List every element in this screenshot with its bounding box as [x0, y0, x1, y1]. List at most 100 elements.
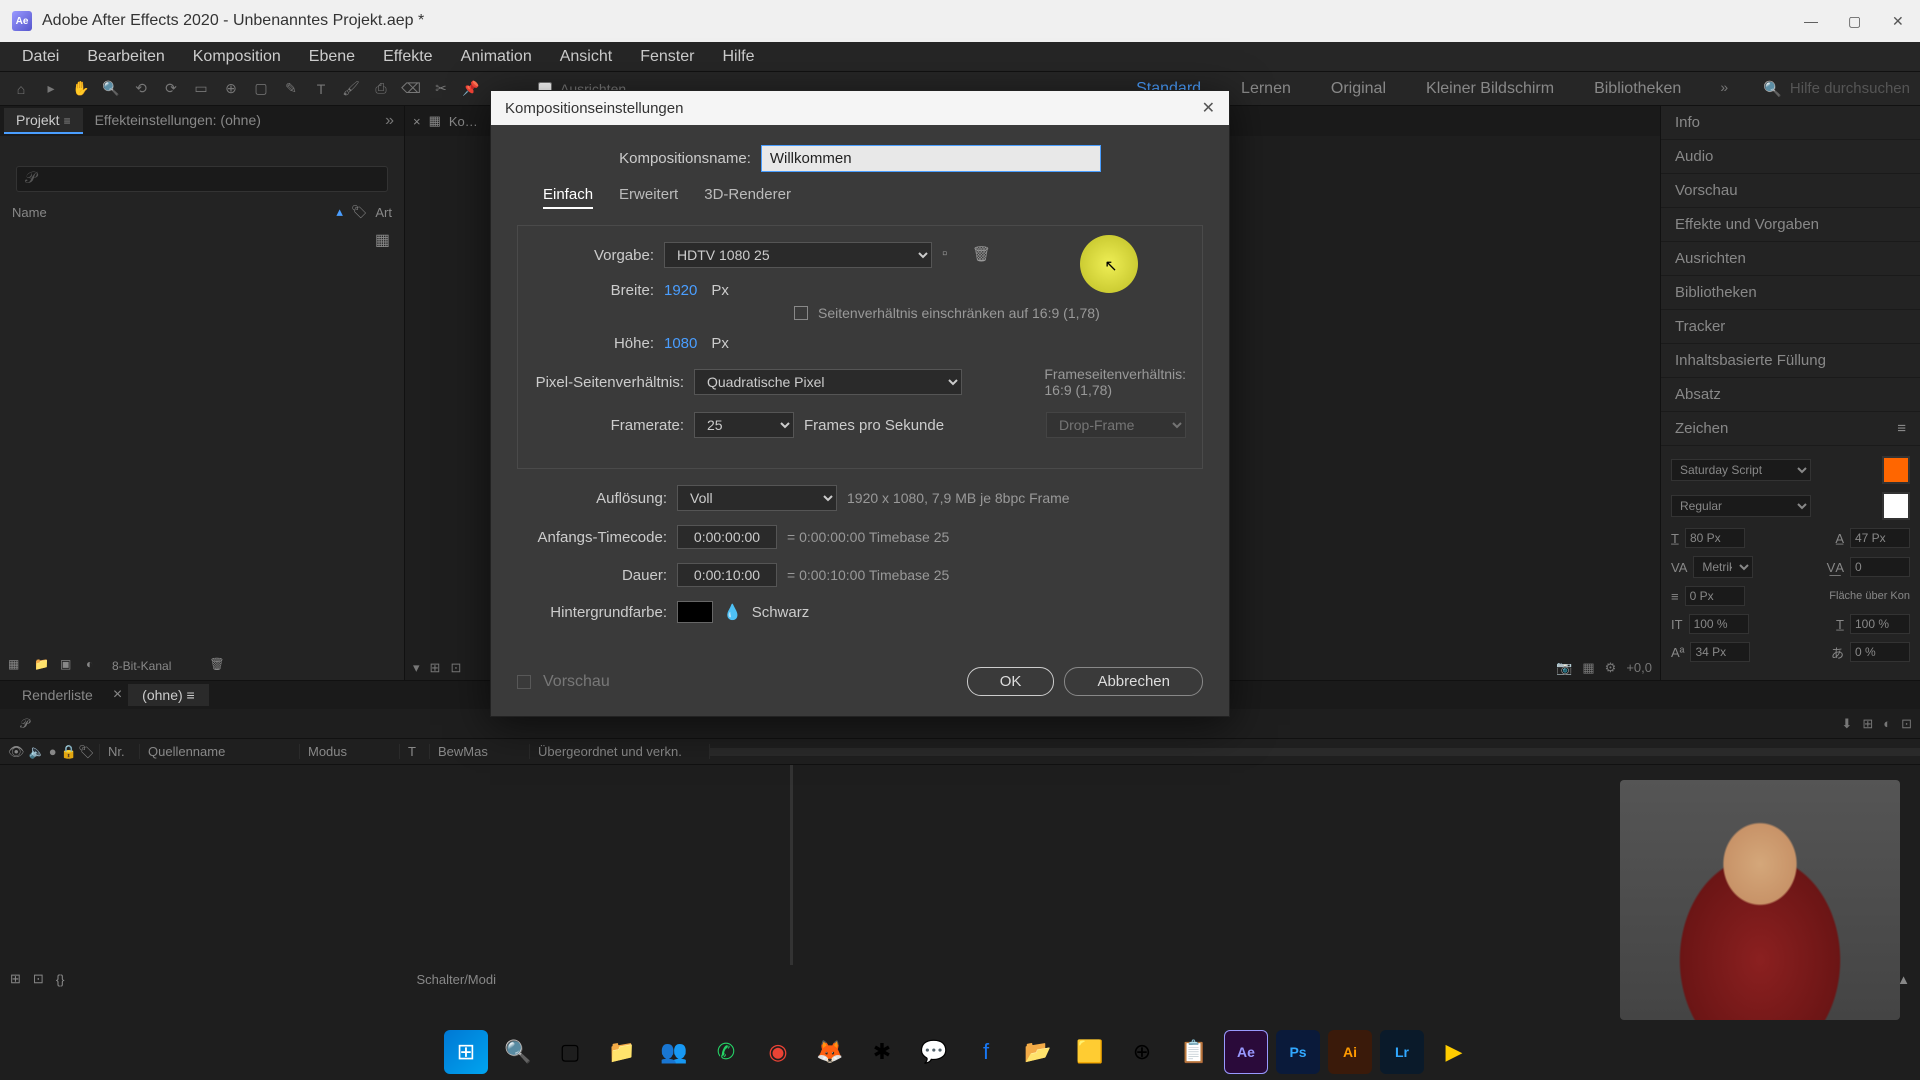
tab-erweitert[interactable]: Erweitert — [619, 186, 678, 209]
taskbar-app2-icon[interactable]: ✱ — [860, 1030, 904, 1074]
tl-btn3-icon[interactable]: ◐ — [1883, 716, 1891, 732]
menu-effekte[interactable]: Effekte — [369, 44, 447, 70]
tl-toggle1-icon[interactable]: ⊞ — [10, 971, 21, 987]
col-bewmas[interactable]: BewMas — [430, 744, 530, 759]
tab-effekteinstellungen[interactable]: Effekteinstellungen: (ohne) — [83, 108, 273, 134]
tab-3d-renderer[interactable]: 3D-Renderer — [704, 186, 791, 209]
viewer-grid-icon[interactable]: ⊡ — [450, 660, 461, 676]
folder-icon[interactable]: 📁 — [34, 657, 52, 675]
viewer-exposure[interactable]: +0,0 — [1626, 660, 1652, 676]
bg-color-swatch[interactable] — [677, 601, 713, 623]
duration-input[interactable] — [677, 563, 777, 587]
leading-input[interactable] — [1850, 528, 1910, 548]
tab-einfach[interactable]: Einfach — [543, 186, 593, 209]
tl-btn4-icon[interactable]: ⊡ — [1901, 716, 1912, 732]
panel-info[interactable]: Info — [1661, 106, 1920, 140]
menu-animation[interactable]: Animation — [447, 44, 546, 70]
width-value[interactable]: 1920 — [664, 282, 697, 299]
framerate-select[interactable]: 25 — [694, 412, 794, 438]
selection-tool-icon[interactable]: ▸ — [40, 78, 62, 100]
tl-toggle2-icon[interactable]: ⊡ — [33, 971, 44, 987]
orbit-tool-icon[interactable]: ⟲ — [130, 78, 152, 100]
taskbar-aftereffects-icon[interactable]: Ae — [1224, 1030, 1268, 1074]
tracking-input[interactable] — [1850, 557, 1910, 577]
viewer-res[interactable]: ⊞ — [430, 660, 441, 676]
search-icon[interactable]: 🔍 — [1763, 80, 1782, 98]
kerning-select[interactable]: Metrik — [1693, 556, 1753, 578]
font-style-select[interactable]: Regular — [1671, 495, 1811, 517]
col-quellenname[interactable]: Quellenname — [140, 744, 300, 759]
panel-zeichen[interactable]: Zeichen≡ — [1661, 412, 1920, 446]
panel-fuellung[interactable]: Inhaltsbasierte Füllung — [1661, 344, 1920, 378]
taskbar-photoshop-icon[interactable]: Ps — [1276, 1030, 1320, 1074]
stroke-width-input[interactable] — [1685, 586, 1745, 606]
speaker-icon[interactable]: 🔈 — [29, 744, 45, 760]
sort-icon[interactable]: ▴ — [336, 204, 343, 220]
interpret-icon[interactable]: ▦ — [8, 657, 26, 675]
panel-bibliotheken[interactable]: Bibliotheken — [1661, 276, 1920, 310]
close-window-button[interactable]: ✕ — [1892, 13, 1908, 29]
taskbar-teams-icon[interactable]: 👥 — [652, 1030, 696, 1074]
taskbar-taskview-icon[interactable]: ▢ — [548, 1030, 592, 1074]
comp-name-input[interactable] — [761, 145, 1101, 172]
workspace-original[interactable]: Original — [1323, 76, 1394, 102]
taskbar-messenger-icon[interactable]: 💬 — [912, 1030, 956, 1074]
font-family-select[interactable]: Saturday Script — [1671, 459, 1811, 481]
tsume-input[interactable] — [1850, 642, 1910, 662]
eyedropper-icon[interactable]: 💧 — [723, 603, 742, 621]
trash-icon[interactable]: 🗑 — [209, 657, 227, 675]
panel-tracker[interactable]: Tracker — [1661, 310, 1920, 344]
panel-ausrichten[interactable]: Ausrichten — [1661, 242, 1920, 276]
lock-aspect-checkbox[interactable] — [794, 306, 808, 320]
menu-bearbeiten[interactable]: Bearbeiten — [73, 44, 178, 70]
minimize-button[interactable]: — — [1804, 13, 1820, 29]
dialog-close-button[interactable]: ✕ — [1202, 98, 1215, 118]
brush-tool-icon[interactable]: 🖌 — [340, 78, 362, 100]
pixel-aspect-select[interactable]: Quadratische Pixel — [694, 369, 962, 395]
preset-select[interactable]: HDTV 1080 25 — [664, 242, 932, 268]
new-comp-icon[interactable]: ▣ — [60, 657, 78, 675]
col-type[interactable]: Art — [375, 205, 392, 220]
roto-tool-icon[interactable]: ✂ — [430, 78, 452, 100]
taskbar-search-icon[interactable]: 🔍 — [496, 1030, 540, 1074]
zoom-tool-icon[interactable]: 🔍 — [100, 78, 122, 100]
panel-absatz[interactable]: Absatz — [1661, 378, 1920, 412]
panel-effekte[interactable]: Effekte und Vorgaben — [1661, 208, 1920, 242]
resolution-select[interactable]: Voll — [677, 485, 837, 511]
viewer-3d-icon[interactable]: ▦ — [1582, 660, 1594, 676]
panel-audio[interactable]: Audio — [1661, 140, 1920, 174]
menu-datei[interactable]: Datei — [8, 44, 73, 70]
panel-more-icon[interactable]: » — [379, 112, 400, 130]
taskbar-app3-icon[interactable]: 🟨 — [1068, 1030, 1112, 1074]
tab-projekt[interactable]: Projekt≡ — [4, 108, 83, 134]
save-preset-icon[interactable]: ▫ — [942, 245, 962, 265]
pen-tool-icon[interactable]: ✎ — [280, 78, 302, 100]
menu-ebene[interactable]: Ebene — [295, 44, 369, 70]
viewer-setting-icon[interactable]: ⚙ — [1605, 660, 1617, 676]
adjust-icon[interactable]: ◐ — [86, 657, 104, 675]
schalter-modi-label[interactable]: Schalter/Modi — [417, 972, 496, 987]
col-uebergeordnet[interactable]: Übergeordnet und verkn. — [530, 744, 710, 759]
taskbar-lightroom-icon[interactable]: Lr — [1380, 1030, 1424, 1074]
tab-renderliste[interactable]: Renderliste — [8, 684, 107, 706]
home-icon[interactable]: ⌂ — [10, 78, 32, 100]
taskbar-app4-icon[interactable]: ⊕ — [1120, 1030, 1164, 1074]
col-t[interactable]: T — [400, 744, 430, 759]
shape-tool-icon[interactable]: ▢ — [250, 78, 272, 100]
search-placeholder[interactable]: Hilfe durchsuchen — [1790, 80, 1910, 97]
tag-col-icon[interactable]: 🏷 — [78, 744, 95, 759]
tab-close-renderliste[interactable]: × — [107, 686, 128, 704]
vscale-input[interactable] — [1689, 614, 1749, 634]
taskbar-illustrator-icon[interactable]: Ai — [1328, 1030, 1372, 1074]
start-button[interactable]: ⊞ — [444, 1030, 488, 1074]
workspace-bibliotheken[interactable]: Bibliotheken — [1586, 76, 1689, 102]
font-size-input[interactable] — [1685, 528, 1745, 548]
eraser-tool-icon[interactable]: ⌫ — [400, 78, 422, 100]
delete-preset-icon[interactable]: 🗑 — [972, 245, 992, 265]
start-timecode-input[interactable] — [677, 525, 777, 549]
col-tag-icon[interactable]: 🏷 — [351, 204, 368, 220]
taskbar-app1-icon[interactable]: ◉ — [756, 1030, 800, 1074]
hand-tool-icon[interactable]: ✋ — [70, 78, 92, 100]
solo-icon[interactable]: ● — [49, 744, 57, 760]
viewer-zoom[interactable]: ▾ — [413, 660, 420, 676]
